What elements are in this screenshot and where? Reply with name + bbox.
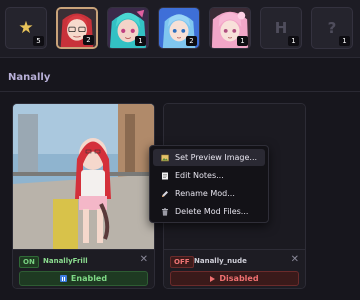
slot-count: 1	[339, 36, 350, 46]
menu-item-set-preview-image[interactable]: Set Preview Image...	[153, 149, 265, 166]
menu-item-label: Edit Notes...	[175, 171, 224, 180]
menu-item-label: Set Preview Image...	[175, 153, 258, 162]
menu-item-label: Delete Mod Files...	[175, 207, 249, 216]
slot-count: 5	[33, 36, 44, 46]
close-icon[interactable]: ✕	[291, 254, 299, 265]
slot-count: 1	[237, 36, 248, 46]
status-badge: ON	[19, 256, 39, 268]
character-slot-bar: ★ 5 2 1 2 1 H 1 ? 1	[0, 0, 360, 57]
mod-preview-image	[13, 104, 154, 249]
section-title: Nanally	[8, 72, 51, 83]
menu-item-rename-mod[interactable]: Rename Mod...	[153, 185, 265, 202]
image-icon	[161, 154, 169, 161]
menu-item-label: Rename Mod...	[175, 189, 235, 198]
pencil-icon	[162, 190, 168, 197]
close-icon[interactable]: ✕	[140, 254, 148, 265]
slot-count: 1	[135, 36, 146, 46]
menu-item-delete-mod-files[interactable]: Delete Mod Files...	[153, 203, 265, 220]
menu-item-edit-notes[interactable]: Edit Notes...	[153, 167, 265, 184]
trash-icon	[162, 207, 168, 216]
slot-count: 2	[186, 36, 197, 46]
favorites-slot[interactable]: ★ 5	[5, 7, 47, 49]
mod-card-footer: ON NanallyFrill ✕ Enabled	[13, 249, 154, 288]
play-icon	[210, 275, 216, 282]
divider	[0, 91, 360, 92]
toggle-label: Enabled	[70, 274, 108, 283]
toggle-mod-button[interactable]: Enabled	[19, 271, 148, 286]
toggle-mod-button[interactable]: Disabled	[170, 271, 299, 286]
character-slot-unknown[interactable]: ? 1	[311, 7, 353, 49]
toggle-label: Disabled	[219, 274, 259, 283]
divider	[0, 57, 360, 58]
notes-icon	[162, 172, 168, 179]
mod-name: NanallyFrill	[43, 257, 88, 265]
character-slot[interactable]: 2	[158, 7, 200, 49]
character-slot-nanally[interactable]: 2	[56, 7, 98, 49]
character-slot[interactable]: 1	[107, 7, 149, 49]
mod-card-footer: OFF Nanally_nude ✕ Disabled	[164, 249, 305, 288]
slot-count: 1	[288, 36, 299, 46]
pause-icon	[59, 275, 67, 282]
character-slot-h[interactable]: H 1	[260, 7, 302, 49]
character-slot[interactable]: 1	[209, 7, 251, 49]
status-badge: OFF	[170, 256, 194, 268]
context-menu: Set Preview Image... Edit Notes... Renam…	[149, 145, 269, 223]
slot-count: 2	[83, 35, 94, 45]
mod-name: Nanally_nude	[194, 257, 247, 265]
mod-card[interactable]: ON NanallyFrill ✕ Enabled	[12, 103, 155, 289]
